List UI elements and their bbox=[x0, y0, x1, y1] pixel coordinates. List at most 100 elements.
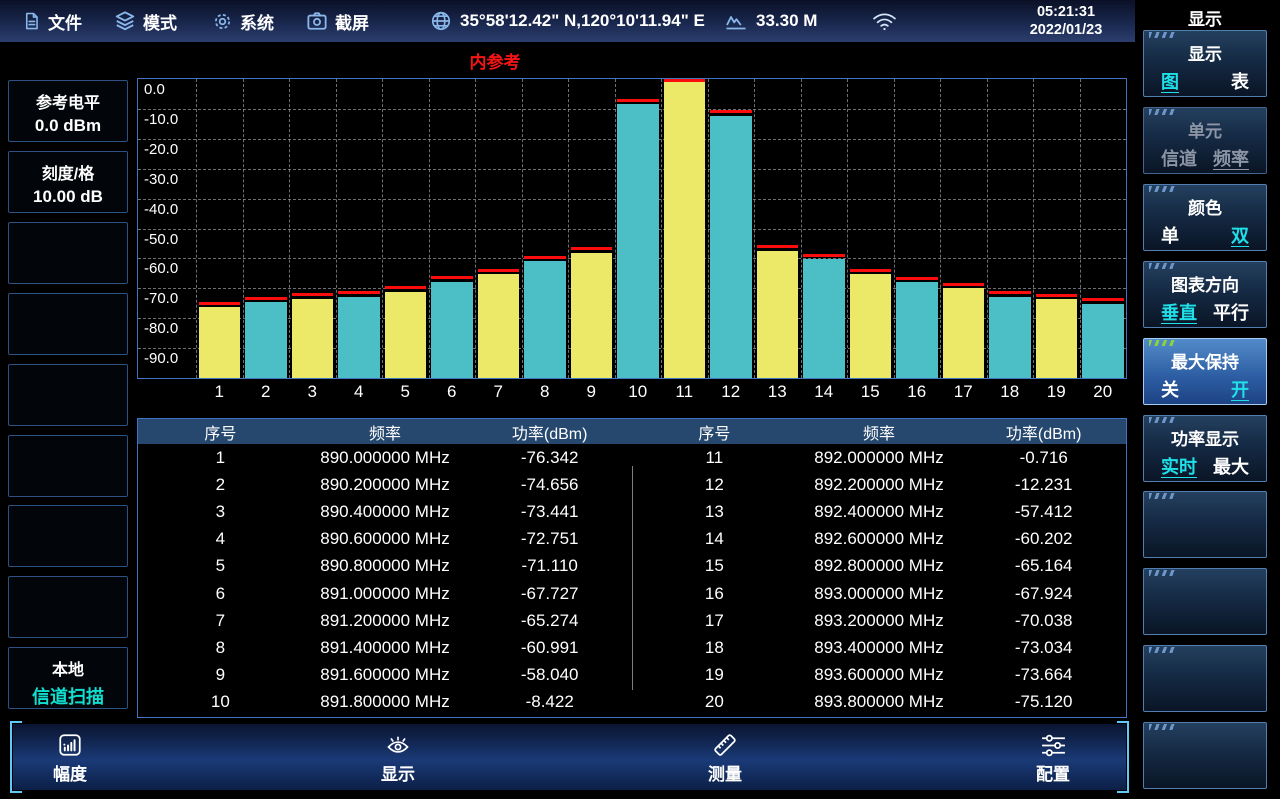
option-selected[interactable]: 实时 bbox=[1161, 453, 1197, 479]
bottom-menu-config[interactable]: 配置 bbox=[1008, 731, 1098, 785]
left-bracket-decoration bbox=[10, 721, 22, 793]
color-button[interactable]: 颜色单双 bbox=[1143, 184, 1267, 251]
bottom-menu-amplitude[interactable]: 幅度 bbox=[25, 731, 115, 785]
gps-coordinates: 35°58'12.42" N,120°10'11.94" E bbox=[430, 0, 705, 42]
table-cell: -58.040 bbox=[467, 665, 632, 685]
table-header: 序号频率功率(dBm)序号频率功率(dBm) bbox=[138, 419, 1126, 444]
unit-button[interactable]: 单元信道频率 bbox=[1143, 107, 1267, 174]
v-gridline bbox=[289, 79, 290, 378]
table-cell: 890.800000 MHz bbox=[303, 556, 468, 576]
y-tick-label: -50.0 bbox=[144, 231, 178, 248]
table-cell: 16 bbox=[632, 584, 797, 604]
x-tick-label: 12 bbox=[708, 382, 755, 402]
x-tick-label: 17 bbox=[940, 382, 987, 402]
v-gridline bbox=[1080, 79, 1081, 378]
table-cell: -73.664 bbox=[961, 665, 1126, 685]
table-cell: -71.110 bbox=[467, 556, 632, 576]
table-cell: 8 bbox=[138, 638, 303, 658]
max-hold-line bbox=[292, 293, 334, 296]
v-gridline bbox=[615, 79, 616, 378]
option-unselected[interactable]: 单 bbox=[1161, 222, 1179, 248]
table-cell: -76.342 bbox=[467, 448, 632, 468]
local-channel-scan-button[interactable]: 本地信道扫描 bbox=[8, 647, 128, 709]
v-gridline bbox=[1033, 79, 1034, 378]
chart-orientation-button[interactable]: 图表方向垂直平行 bbox=[1143, 261, 1267, 328]
table-cell: 20 bbox=[632, 692, 797, 712]
table-cell: -67.727 bbox=[467, 584, 632, 604]
menu-system[interactable]: 系统 bbox=[212, 0, 274, 42]
x-tick-label: 18 bbox=[987, 382, 1034, 402]
table-header-cell: 频率 bbox=[303, 419, 468, 444]
option-unselected[interactable]: 最大 bbox=[1213, 453, 1249, 479]
v-gridline bbox=[754, 79, 755, 378]
gps-text: 35°58'12.42" N,120°10'11.94" E bbox=[460, 11, 705, 31]
bottom-menu-display[interactable]: 显示 bbox=[353, 731, 443, 785]
table-cell: 15 bbox=[632, 556, 797, 576]
option-selected[interactable]: 双 bbox=[1231, 222, 1249, 248]
max-hold-line bbox=[710, 110, 752, 113]
left-empty-slot bbox=[8, 505, 128, 567]
max-hold-line bbox=[896, 277, 938, 280]
display-mode-button[interactable]: 显示图表 bbox=[1143, 30, 1267, 97]
table-cell: 10 bbox=[138, 692, 303, 712]
camera-icon bbox=[306, 11, 328, 31]
channel-bar bbox=[431, 282, 473, 378]
v-gridline bbox=[708, 79, 709, 378]
x-tick-label: 1 bbox=[196, 382, 243, 402]
channel-bar bbox=[292, 299, 334, 378]
x-tick-label: 5 bbox=[382, 382, 429, 402]
x-tick-label: 16 bbox=[894, 382, 941, 402]
button-options: 信道频率 bbox=[1144, 142, 1266, 171]
menu-screenshot[interactable]: 截屏 bbox=[306, 0, 369, 42]
option-selected[interactable]: 垂直 bbox=[1161, 299, 1197, 325]
option-unselected[interactable]: 平行 bbox=[1213, 299, 1249, 325]
table-divider bbox=[632, 466, 633, 690]
right-empty-slot bbox=[1143, 491, 1267, 558]
bottom-menu-measure[interactable]: 测量 bbox=[680, 731, 770, 785]
topbar: 文件 模式 系统 截屏 35°58'12.42" N,120°10'11.94"… bbox=[0, 0, 1135, 42]
ref-level-button[interactable]: 参考电平0.0 dBm bbox=[8, 80, 128, 142]
table-cell: -57.412 bbox=[961, 502, 1126, 522]
max-hold-line bbox=[1082, 298, 1124, 301]
max-hold-line bbox=[1036, 294, 1078, 297]
scale-per-div-button[interactable]: 刻度/格10.00 dB bbox=[8, 151, 128, 213]
table-cell: -74.656 bbox=[467, 475, 632, 495]
max-hold-button[interactable]: 最大保持关开 bbox=[1143, 338, 1267, 405]
button-options: 关开 bbox=[1144, 373, 1266, 402]
channel-bar bbox=[943, 288, 985, 378]
right-panel: 显示 显示图表单元信道频率颜色单双图表方向垂直平行最大保持关开功率显示实时最大 bbox=[1143, 0, 1267, 799]
x-tick-label: 2 bbox=[243, 382, 290, 402]
button-options: 垂直平行 bbox=[1144, 296, 1266, 325]
channel-bar bbox=[1036, 299, 1078, 378]
table-cell: 892.600000 MHz bbox=[797, 529, 962, 549]
y-tick-label: -20.0 bbox=[144, 141, 178, 158]
channel-bar bbox=[1082, 304, 1124, 378]
chart-plot: 0.0-10.0-20.0-30.0-40.0-50.0-60.0-70.0-8… bbox=[137, 78, 1127, 379]
x-tick-label: 15 bbox=[847, 382, 894, 402]
x-tick-label: 9 bbox=[568, 382, 615, 402]
table-row: 16893.000000 MHz-67.924 bbox=[632, 580, 1126, 607]
table-cell: -60.202 bbox=[961, 529, 1126, 549]
box-value: 信道扫描 bbox=[9, 683, 127, 709]
corner-stripes-icon bbox=[1149, 263, 1175, 269]
v-gridline bbox=[522, 79, 523, 378]
v-gridline bbox=[429, 79, 430, 378]
table-cell: 7 bbox=[138, 611, 303, 631]
clock: 05:21:31 2022/01/23 bbox=[1014, 3, 1118, 39]
table-row: 11892.000000 MHz-0.716 bbox=[632, 444, 1126, 471]
sliders-icon bbox=[1008, 731, 1098, 759]
power-display-button[interactable]: 功率显示实时最大 bbox=[1143, 415, 1267, 482]
option-selected[interactable]: 图 bbox=[1161, 68, 1179, 94]
option-unselected: 信道 bbox=[1161, 145, 1197, 171]
option-unselected[interactable]: 表 bbox=[1231, 68, 1249, 94]
table-cell: 1 bbox=[138, 448, 303, 468]
option-selected[interactable]: 开 bbox=[1231, 376, 1249, 402]
channel-bar bbox=[617, 104, 659, 378]
bottom-bar: 幅度 显示 测量 配置 bbox=[13, 724, 1126, 790]
max-hold-line bbox=[943, 283, 985, 286]
table-cell: 9 bbox=[138, 665, 303, 685]
v-gridline bbox=[568, 79, 569, 378]
x-tick-label: 3 bbox=[289, 382, 336, 402]
option-unselected[interactable]: 关 bbox=[1161, 376, 1179, 402]
table-header-cell: 序号 bbox=[632, 419, 797, 444]
